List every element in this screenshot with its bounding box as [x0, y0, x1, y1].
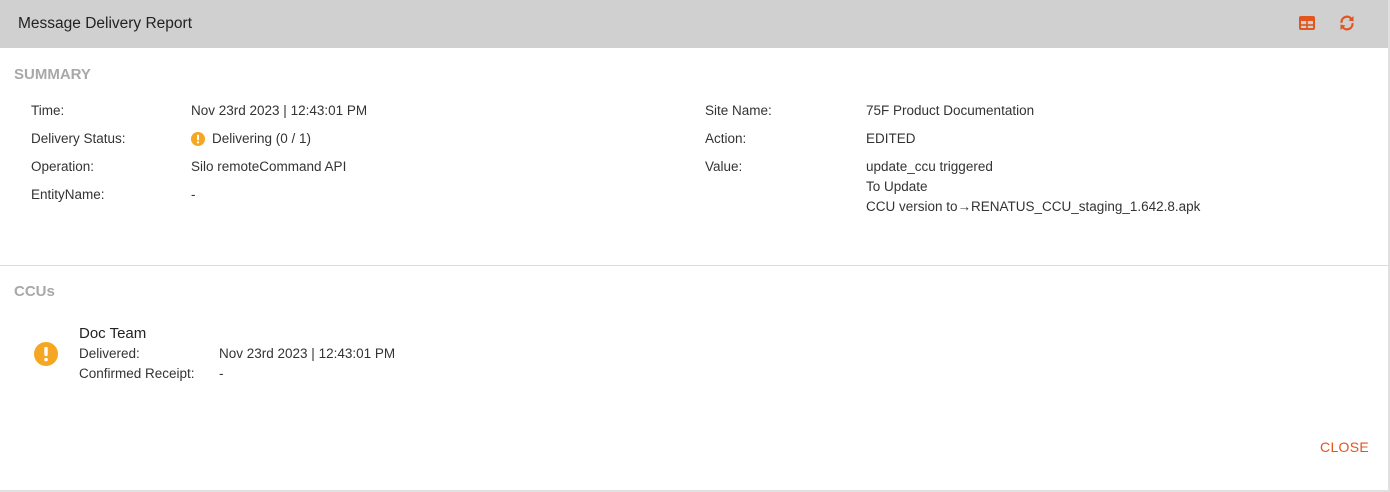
value-line: CCU version to→RENATUS_CCU_staging_1.642… [866, 199, 1201, 214]
warning-icon [34, 342, 58, 366]
entity-name-label: EntityName: [31, 187, 105, 202]
time-value: Nov 23rd 2023 | 12:43:01 PM [191, 103, 368, 118]
delivery-status-value: Delivering (0 / 1) [212, 131, 312, 146]
summary-section-title: SUMMARY [14, 66, 91, 83]
ccus-section-title: CCUs [14, 283, 55, 300]
section-divider [0, 265, 1388, 266]
confirmed-receipt-value: - [219, 366, 224, 381]
site-name-label: Site Name: [705, 103, 772, 118]
time-label: Time: [31, 103, 65, 118]
value-line: update_ccu triggered [866, 159, 993, 174]
delivery-status-label: Delivery Status: [31, 131, 126, 146]
table-grid-icon[interactable] [1298, 14, 1318, 34]
entity-name-value: - [191, 187, 196, 202]
site-name-value: 75F Product Documentation [866, 103, 1035, 118]
dialog-title: Message Delivery Report [18, 15, 193, 32]
dialog-header: Message Delivery Report [0, 0, 1388, 48]
action-label: Action: [705, 131, 747, 146]
message-delivery-report-dialog: Message Delivery Report SUMMARY Time: No… [0, 0, 1390, 492]
refresh-icon[interactable] [1338, 14, 1358, 34]
ccu-name: Doc Team [79, 325, 147, 342]
delivered-label: Delivered: [79, 346, 140, 361]
value-label: Value: [705, 159, 743, 174]
operation-value: Silo remoteCommand API [191, 159, 347, 174]
warning-icon [191, 132, 205, 146]
operation-label: Operation: [31, 159, 95, 174]
action-value: EDITED [866, 131, 916, 146]
delivered-value: Nov 23rd 2023 | 12:43:01 PM [219, 346, 396, 361]
value-line: To Update [866, 179, 928, 194]
confirmed-receipt-label: Confirmed Receipt: [79, 366, 195, 381]
close-button[interactable]: CLOSE [1320, 439, 1369, 455]
